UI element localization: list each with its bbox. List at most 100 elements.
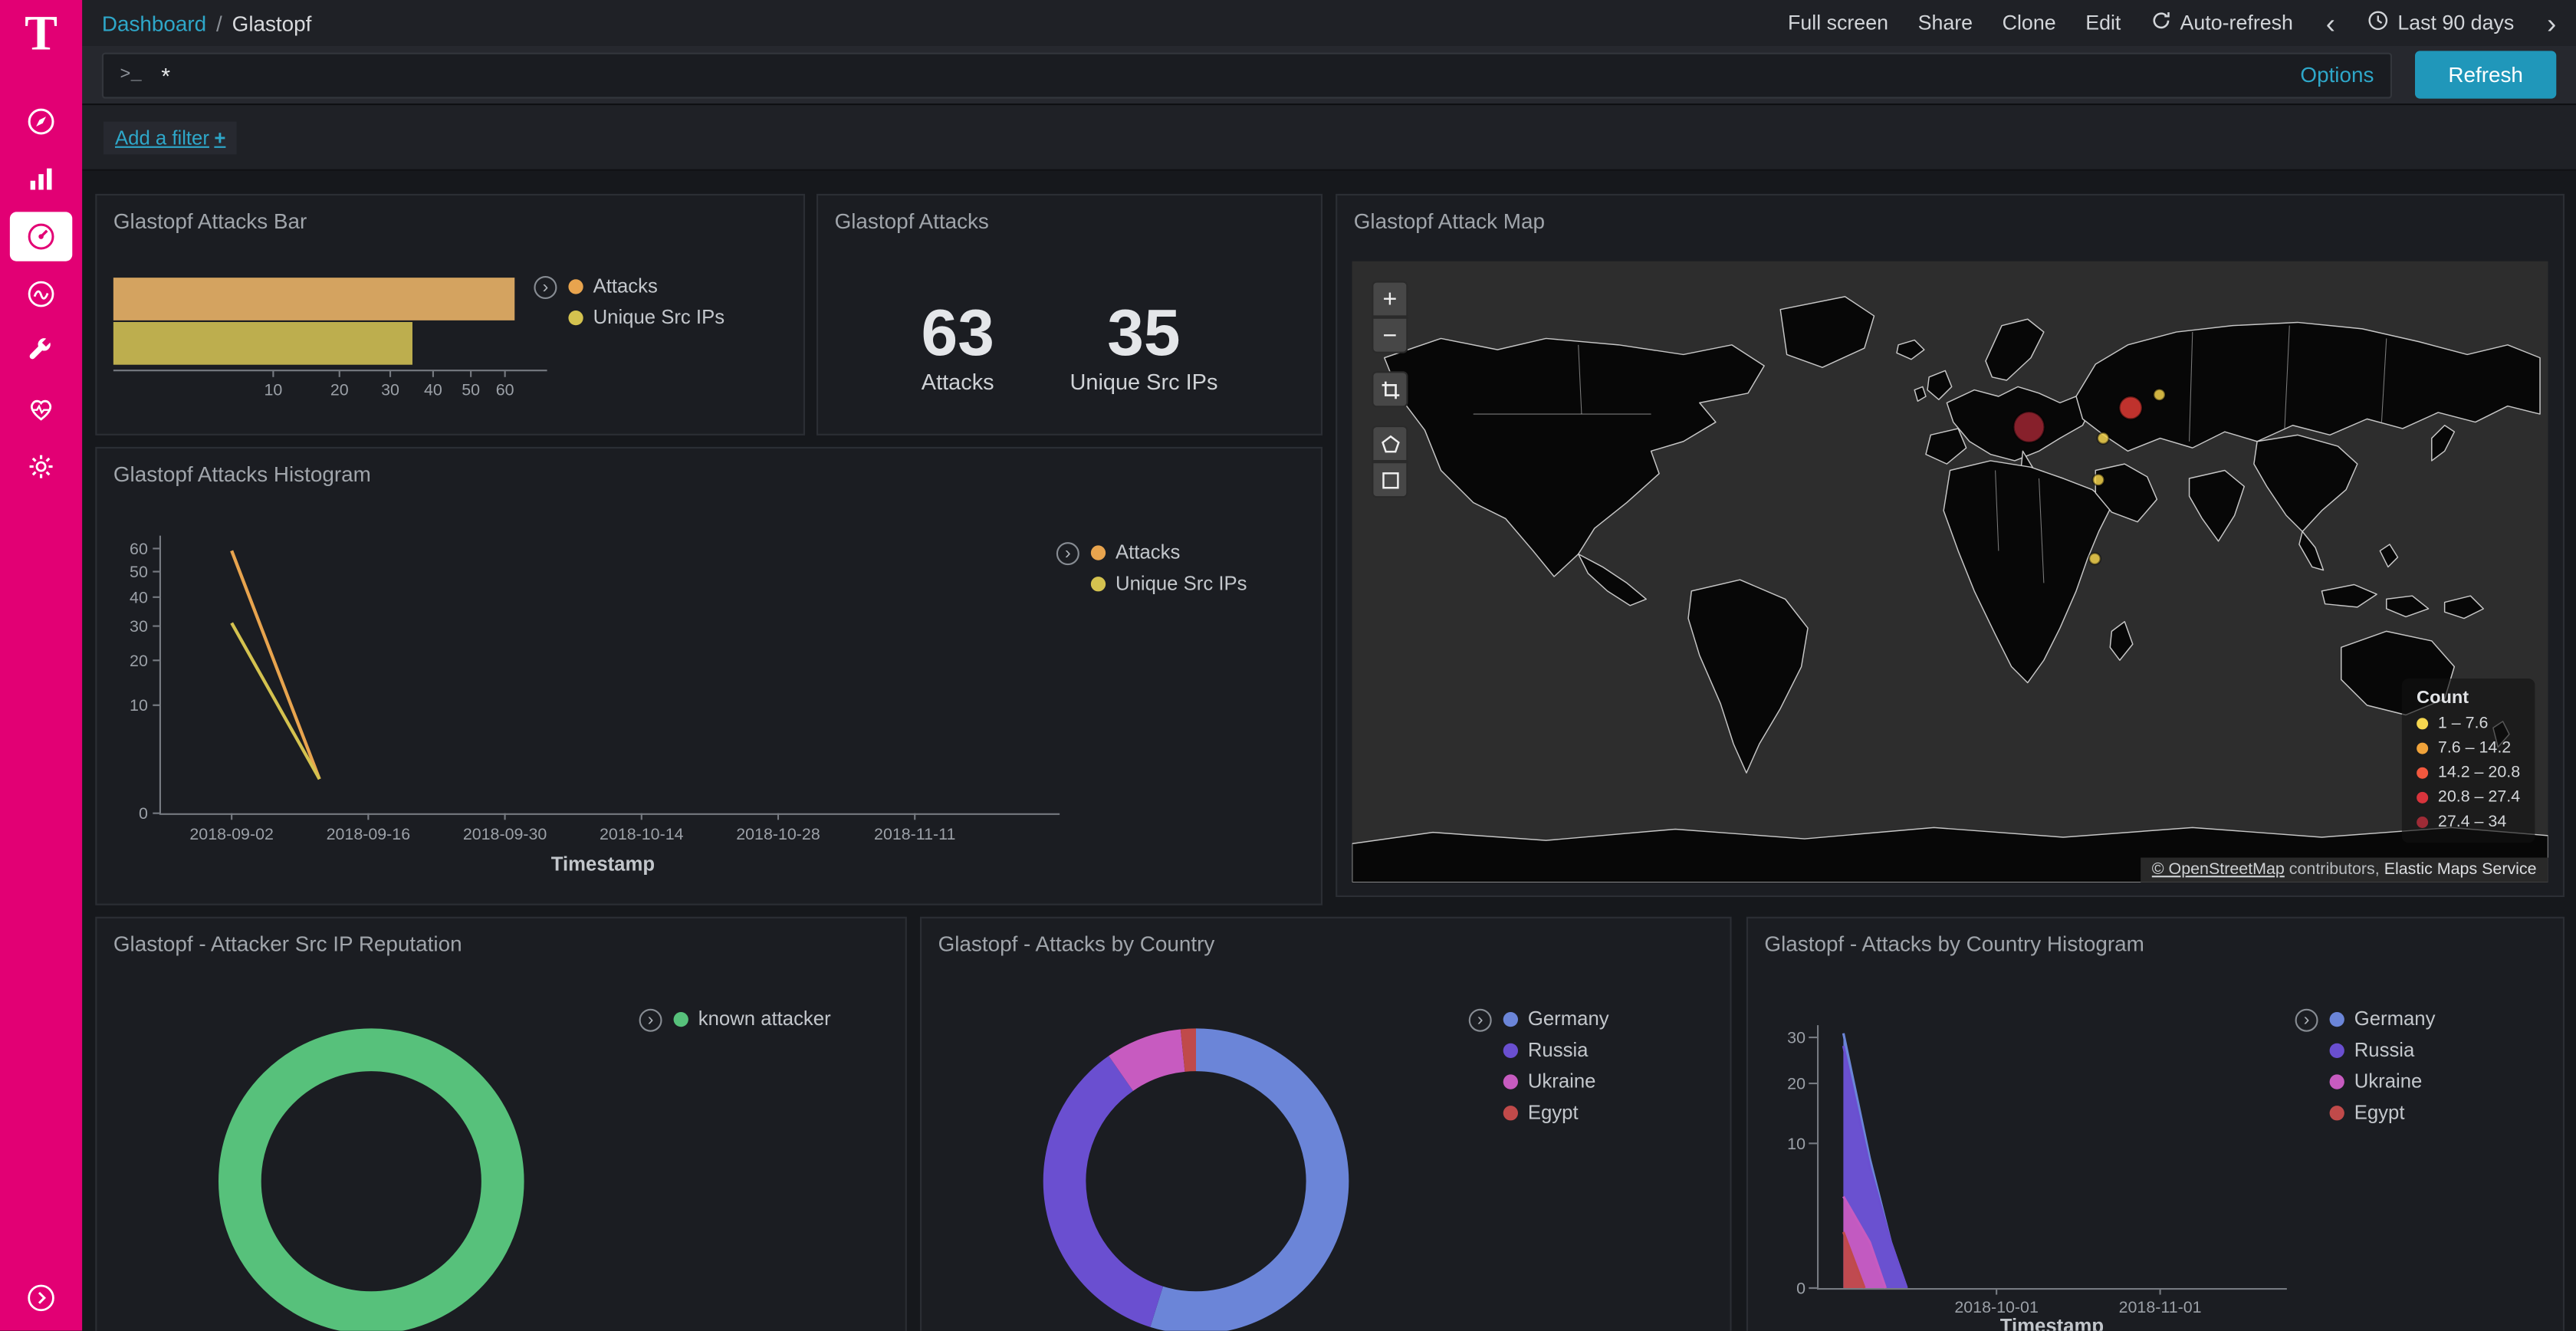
collapse-nav-icon[interactable] [26, 1283, 56, 1321]
kibana-dashboard-app: T [0, 0, 2576, 1331]
panel-title: Glastopf Attack Map [1337, 196, 2563, 246]
sidebar-item-management[interactable] [10, 441, 72, 490]
svg-text:2018-09-02: 2018-09-02 [189, 825, 274, 843]
map-draw-rectangle-icon[interactable] [1372, 462, 1408, 498]
legend-expand-icon[interactable]: › [2295, 1009, 2318, 1032]
telekom-logo[interactable]: T [25, 10, 58, 59]
map-fit-bounds-icon[interactable] [1372, 371, 1408, 407]
sidebar-item-monitoring[interactable] [10, 383, 72, 432]
sidebar-item-dev-tools[interactable] [10, 326, 72, 375]
refresh-button[interactable]: Refresh [2415, 51, 2556, 98]
map-attack-point[interactable] [2154, 389, 2165, 401]
legend-color-dot [1503, 1043, 1518, 1057]
map-attack-point[interactable] [2093, 474, 2104, 485]
legend-label: 14.2 – 20.8 [2438, 764, 2520, 782]
svg-text:20: 20 [130, 652, 148, 670]
app-sidebar: T [0, 0, 82, 1331]
legend-item[interactable]: Ukraine [1503, 1070, 1609, 1093]
top-navigation-bar: Dashboard / Glastopf Full screen Share C… [82, 0, 2576, 46]
map-attack-point[interactable] [2014, 412, 2045, 442]
legend-item[interactable]: Unique Src IPs [568, 306, 724, 329]
legend-label: Attacks [593, 274, 658, 297]
time-picker-button[interactable]: Last 90 days [2368, 10, 2514, 36]
metric-value: 35 [1070, 299, 1217, 368]
share-button[interactable]: Share [1918, 12, 1973, 35]
map-zoom-out-button[interactable]: − [1372, 317, 1408, 353]
chart-legend: › known attacker [639, 1007, 831, 1032]
map-attack-point[interactable] [2119, 396, 2142, 419]
filter-bar: Add a filter+ [82, 105, 2576, 171]
openstreetmap-link[interactable]: © OpenStreetMap [2152, 861, 2285, 879]
svg-text:2018-11-11: 2018-11-11 [874, 825, 955, 843]
legend-item[interactable]: Ukraine [2330, 1070, 2436, 1093]
breadcrumb-dashboard-link[interactable]: Dashboard [102, 11, 206, 35]
legend-color-dot [2330, 1073, 2344, 1088]
legend-item[interactable]: Germany [1503, 1007, 1609, 1030]
svg-text:30: 30 [1787, 1029, 1806, 1047]
heartbeat-icon [25, 392, 58, 425]
map-attack-point[interactable] [2098, 432, 2109, 444]
legend-item[interactable]: Russia [2330, 1038, 2436, 1061]
clone-button[interactable]: Clone [2003, 12, 2056, 35]
legend-item[interactable]: Egypt [2330, 1101, 2436, 1124]
legend-expand-icon[interactable]: › [1056, 542, 1079, 565]
legend-label: Egypt [1528, 1101, 1579, 1124]
legend-item[interactable]: 1 – 7.6 [2417, 715, 2520, 733]
search-query-input[interactable]: >_ * Options [102, 52, 2392, 98]
time-prev-icon[interactable]: ‹ [2322, 9, 2338, 37]
svg-text:0: 0 [1796, 1279, 1806, 1297]
map-count-legend: Count 1 – 7.67.6 – 14.214.2 – 20.820.8 –… [2402, 679, 2535, 843]
legend-item[interactable]: Egypt [1503, 1101, 1609, 1124]
svg-text:40: 40 [424, 380, 442, 399]
legend-label: 1 – 7.6 [2438, 715, 2489, 733]
time-next-icon[interactable]: › [2544, 9, 2560, 37]
legend-item[interactable]: 14.2 – 20.8 [2417, 764, 2520, 782]
legend-expand-icon[interactable]: › [1469, 1009, 1492, 1032]
legend-item[interactable]: Unique Src IPs [1091, 572, 1247, 595]
panel-title: Glastopf Attacks Histogram [97, 449, 1320, 499]
auto-refresh-button[interactable]: Auto-refresh [2150, 10, 2293, 36]
sidebar-item-visualize[interactable] [10, 153, 72, 202]
sidebar-item-dashboard[interactable] [10, 211, 72, 260]
legend-item[interactable]: Germany [2330, 1007, 2436, 1030]
sidebar-item-timelion[interactable] [10, 268, 72, 317]
legend-item[interactable]: known attacker [674, 1007, 831, 1030]
legend-color-dot [2417, 767, 2428, 779]
add-filter-link[interactable]: Add a filter+ [104, 121, 237, 154]
svg-text:30: 30 [381, 380, 399, 399]
legend-item[interactable]: 20.8 – 27.4 [2417, 789, 2520, 807]
map-zoom-in-button[interactable]: + [1372, 281, 1408, 317]
elastic-maps-service-link[interactable]: Elastic Maps Service [2384, 861, 2537, 879]
full-screen-button[interactable]: Full screen [1788, 12, 1888, 35]
legend-color-dot [674, 1011, 688, 1026]
map-draw-polygon-icon[interactable] [1372, 426, 1408, 462]
panel-glastopf-attacks-histogram: Glastopf Attacks Histogram 0102030405060… [95, 447, 1322, 905]
legend-item[interactable]: Russia [1503, 1038, 1609, 1061]
gear-icon [25, 449, 58, 482]
legend-label: 27.4 – 34 [2438, 813, 2506, 832]
legend-label: Russia [2354, 1038, 2415, 1061]
legend-expand-icon[interactable]: › [639, 1009, 662, 1032]
legend-item[interactable]: Attacks [1091, 541, 1247, 564]
map-controls: + − [1372, 281, 1408, 515]
legend-item[interactable]: 7.6 – 14.2 [2417, 739, 2520, 758]
svg-text:40: 40 [130, 588, 148, 606]
edit-button[interactable]: Edit [2085, 12, 2121, 35]
svg-text:0: 0 [139, 804, 148, 823]
svg-text:2018-11-01: 2018-11-01 [2119, 1298, 2202, 1316]
world-map[interactable]: + − Count 1 – 7.67.6 – 14.214.2 – [1352, 261, 2548, 882]
legend-color-dot [2417, 718, 2428, 729]
legend-expand-icon[interactable]: › [534, 276, 557, 299]
query-options-link[interactable]: Options [2300, 62, 2374, 87]
svg-text:2018-09-30: 2018-09-30 [463, 825, 547, 843]
svg-text:10: 10 [264, 380, 282, 399]
sidebar-item-discover[interactable] [10, 96, 72, 145]
legend-item[interactable]: Attacks [568, 274, 724, 297]
legend-label: Egypt [2354, 1101, 2405, 1124]
map-attack-point[interactable] [2089, 553, 2101, 564]
legend-color-dot [1503, 1011, 1518, 1026]
legend-item[interactable]: 27.4 – 34 [2417, 813, 2520, 832]
attacks-histogram-chart: 01020304050602018-09-022018-09-162018-09… [110, 514, 1063, 889]
legend-label: Attacks [1116, 541, 1180, 564]
svg-text:60: 60 [130, 540, 148, 558]
